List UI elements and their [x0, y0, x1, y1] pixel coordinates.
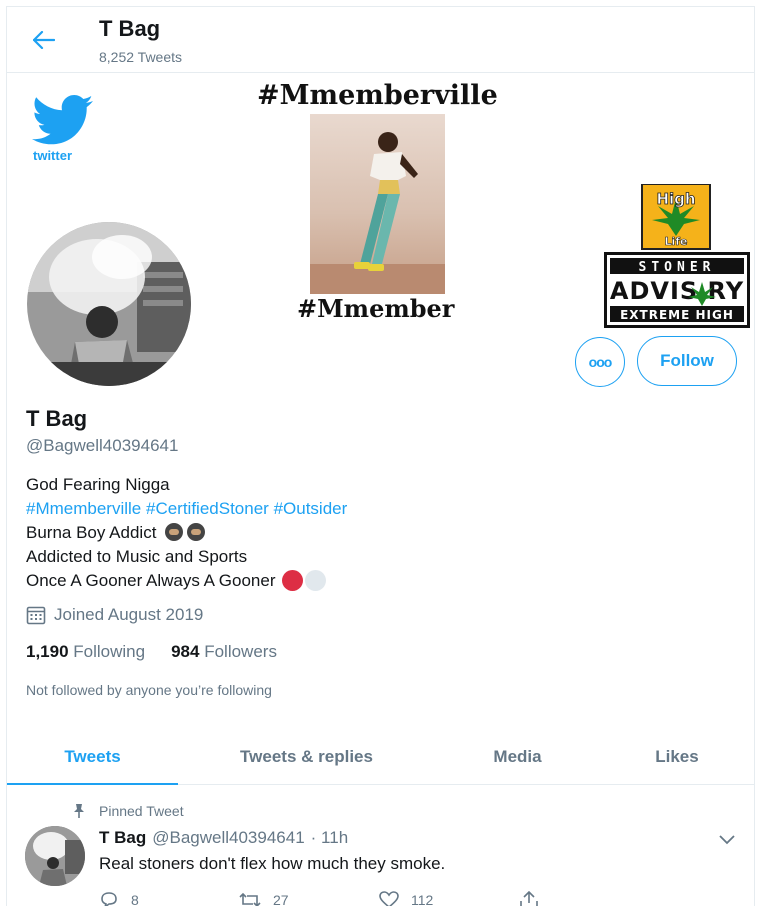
like-count: 112: [411, 892, 434, 906]
profile-page: T Bag 8,252 Tweets twitter #Mmemberville…: [6, 6, 755, 906]
bio-line: Addicted to Music and Sports: [26, 547, 248, 566]
back-arrow-icon[interactable]: [29, 25, 59, 55]
tab-tweets-replies[interactable]: Tweets & replies: [178, 729, 435, 784]
bio-line: God Fearing Nigga: [26, 475, 170, 494]
profile-bio: God Fearing Nigga #Mmemberville #Certifi…: [26, 473, 347, 593]
banner-title: #Mmemberville: [257, 80, 498, 111]
pin-icon: [74, 804, 84, 818]
tweet-time[interactable]: · 11h: [311, 828, 349, 848]
followers-count: 984: [171, 642, 200, 661]
retweet-button[interactable]: 27: [239, 891, 379, 906]
followers-link[interactable]: 984 Followers: [171, 642, 277, 662]
advisory-bottom-text: EXTREME HIGH: [620, 308, 734, 322]
profile-name: T Bag: [26, 406, 88, 431]
header-name: T Bag: [99, 16, 161, 41]
red-circle-icon: [281, 570, 303, 591]
bio-hashtags: #Mmemberville #CertifiedStoner #Outsider: [26, 497, 347, 521]
followers-label: Followers: [204, 642, 277, 661]
monkey-emoji-icon: [187, 523, 206, 541]
tweet-avatar[interactable]: [25, 826, 85, 886]
tweet-text: Real stoners don't flex how much they sm…: [99, 854, 446, 873]
reply-button[interactable]: 8: [99, 891, 239, 906]
hashtag-link[interactable]: #Outsider: [274, 499, 348, 518]
advisory-main-text: ADVIS RY: [610, 277, 744, 305]
twitter-bird-icon: [32, 95, 93, 145]
bio-text: Burna Boy Addict: [26, 523, 157, 542]
reply-count: 8: [131, 892, 139, 906]
banner-photo: [310, 114, 445, 294]
profile-avatar[interactable]: [23, 218, 195, 390]
joined-date: Joined August 2019: [26, 605, 203, 625]
tab-media[interactable]: Media: [435, 729, 600, 784]
pinned-tweet[interactable]: Pinned Tweet T Bag @Bagwell40394641 · 11…: [7, 786, 754, 906]
following-link[interactable]: 1,190 Following: [26, 642, 145, 662]
tweet-header: T Bag @Bagwell40394641 · 11h: [99, 828, 348, 848]
white-circle-icon: [304, 570, 326, 591]
profile-handle: @Bagwell40394641: [26, 436, 179, 455]
bio-line: Burna Boy Addict: [26, 521, 347, 545]
header-tweet-count: 8,252 Tweets: [99, 49, 183, 65]
tab-likes[interactable]: Likes: [600, 729, 754, 784]
follow-button[interactable]: Follow: [637, 336, 737, 386]
pinned-label: Pinned Tweet: [73, 803, 184, 819]
retweet-count: 27: [273, 892, 289, 906]
tweet-actions: 8 27 112: [99, 891, 659, 906]
advisory-top-text: High: [656, 190, 695, 208]
following-count: 1,190: [26, 642, 69, 661]
monkey-emoji-icon: [165, 523, 184, 541]
follow-stats: 1,190 Following 984 Followers: [26, 642, 277, 662]
top-bar: T Bag 8,252 Tweets: [7, 7, 754, 73]
advisory-stoner-text: STONER: [639, 260, 716, 275]
banner-subtitle: #Mmember: [297, 294, 455, 323]
hashtag-link[interactable]: #Mmemberville: [26, 499, 141, 518]
stoner-advisory-badge: High Life STONER ADVIS RY EXTREME HIGH: [602, 183, 752, 329]
chevron-down-icon[interactable]: [719, 832, 735, 850]
bio-text: Once A Gooner Always A Gooner: [26, 571, 276, 590]
like-button[interactable]: 112: [379, 891, 519, 906]
profile-tabs: Tweets Tweets & replies Media Likes: [7, 729, 754, 785]
tweet-author-handle[interactable]: @Bagwell40394641: [152, 828, 304, 848]
advisory-life-text: Life: [664, 235, 687, 248]
retweet-icon: [239, 892, 261, 906]
heart-icon: [379, 891, 399, 906]
share-button[interactable]: [519, 891, 659, 906]
following-label: Following: [73, 642, 146, 661]
twitter-wordmark: twitter: [33, 148, 72, 163]
share-icon: [520, 891, 538, 906]
hashtag-link[interactable]: #CertifiedStoner: [146, 499, 269, 518]
bio-line: Once A Gooner Always A Gooner: [26, 569, 347, 593]
not-followed-notice: Not followed by anyone you’re following: [26, 682, 272, 698]
calendar-icon: [26, 606, 46, 625]
more-options-button[interactable]: ooo: [575, 337, 625, 387]
joined-text: Joined August 2019: [54, 605, 204, 624]
reply-icon: [101, 892, 117, 906]
tab-tweets[interactable]: Tweets: [7, 729, 178, 785]
tweet-author-name[interactable]: T Bag: [99, 828, 146, 848]
pinned-text: Pinned Tweet: [99, 803, 184, 819]
